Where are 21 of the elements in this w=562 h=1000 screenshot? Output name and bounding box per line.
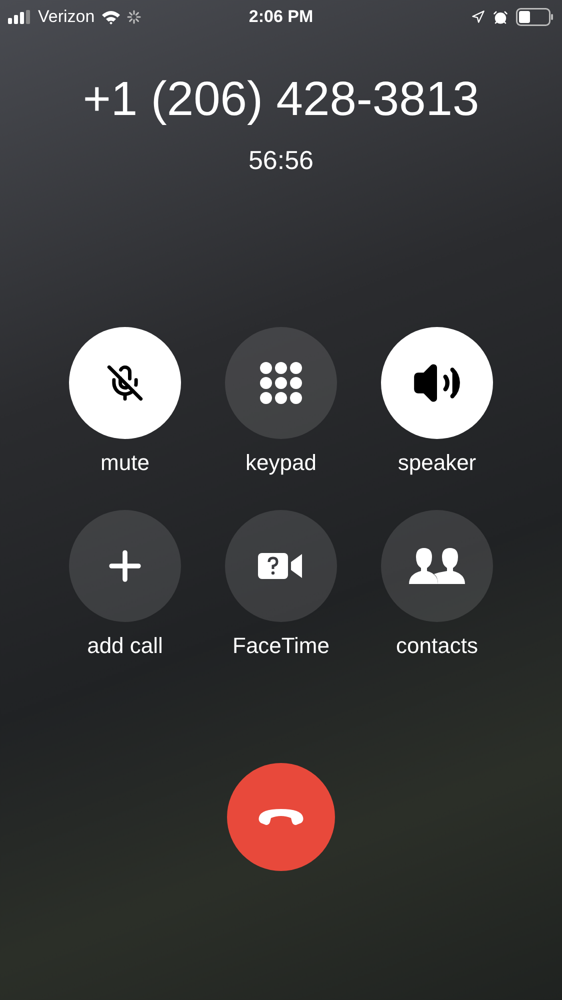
signal-icon (8, 10, 32, 24)
alarm-clock-icon (493, 10, 508, 24)
call-duration: 56:56 (248, 145, 314, 175)
video-camera-icon (258, 551, 304, 581)
microphone-off-icon (106, 364, 144, 402)
keypad-icon (260, 362, 302, 404)
button-label: add call (87, 633, 163, 659)
button-label: keypad (246, 450, 316, 476)
carrier-name: Verizon (38, 6, 95, 28)
button-label: FaceTime (232, 633, 330, 659)
button-label: speaker (398, 450, 476, 476)
hang-up-icon (258, 808, 304, 826)
loading-spinner-icon (126, 10, 141, 24)
button-label: contacts (396, 633, 478, 659)
battery-icon (516, 8, 554, 26)
wifi-icon (100, 10, 121, 24)
location-arrow-icon (471, 10, 485, 24)
button-label: mute (100, 450, 150, 476)
two-people-icon (408, 547, 466, 585)
phone-number: +1 (206) 428-3813 (82, 72, 480, 128)
status-time: 2:06 PM (248, 6, 314, 28)
